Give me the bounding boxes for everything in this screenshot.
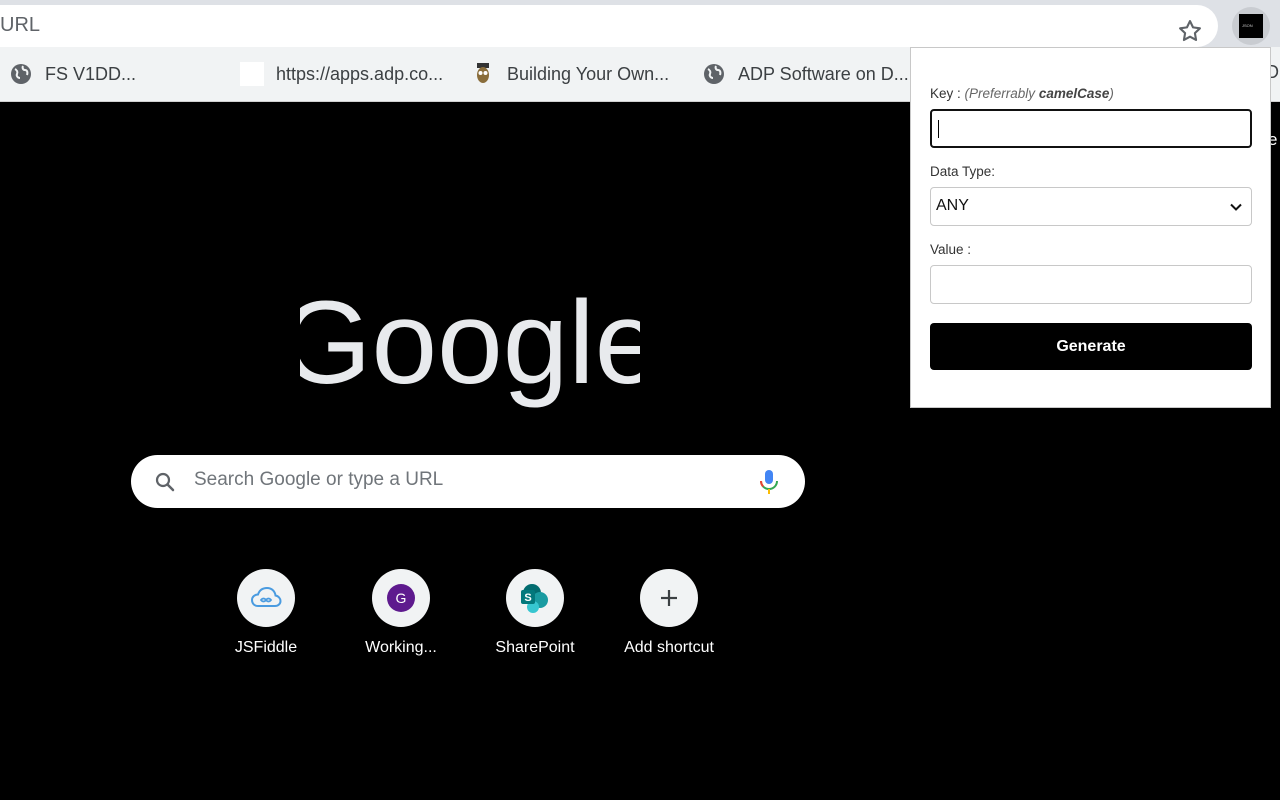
owl-icon [471, 62, 495, 86]
browser-toolbar: URL JSON [0, 0, 1280, 47]
bookmark-label: https://apps.adp.co... [276, 63, 444, 84]
microphone-icon[interactable] [758, 469, 780, 495]
jsfiddle-icon [250, 586, 282, 607]
letter-g-icon: G [387, 584, 415, 612]
bookmark-label: Building Your Own... [507, 63, 670, 84]
key-hint: (Preferrably camelCase) [965, 86, 1114, 101]
plus-icon [661, 590, 677, 606]
address-bar-text: URL [0, 14, 41, 36]
shortcut-tile[interactable]: G Working... [341, 569, 461, 657]
search-placeholder: Search Google or type a URL [194, 469, 444, 490]
shortcut-label: Add shortcut [624, 639, 714, 656]
key-hint-open: (Preferrably [964, 86, 1039, 101]
bookmark-item[interactable]: Building Your Own... [471, 47, 669, 101]
sharepoint-icon: S [521, 584, 548, 613]
svg-text:S: S [524, 592, 531, 604]
search-icon [155, 472, 175, 492]
key-hint-close: ) [1109, 86, 1114, 101]
key-hint-bold: camelCase [1038, 86, 1110, 101]
search-box[interactable]: Search Google or type a URL [131, 455, 805, 508]
shortcut-icon-circle [640, 569, 698, 627]
text-caret [938, 120, 939, 138]
key-input[interactable] [930, 109, 1252, 148]
svg-text:G: G [396, 590, 407, 606]
shortcut-tile[interactable]: JSFiddle [206, 569, 326, 657]
shortcut-label: SharePoint [495, 639, 575, 656]
bookmark-item[interactable]: FS V1DD... [9, 47, 136, 101]
svg-text:Google: Google [300, 278, 640, 409]
extension-popup: Key : (Preferrably camelCase) Data Type:… [910, 47, 1271, 408]
blank-page-icon [240, 62, 264, 86]
value-input[interactable] [930, 265, 1252, 304]
datatype-select[interactable]: ANY [930, 187, 1252, 226]
shortcut-icon-circle: G [372, 569, 430, 627]
datatype-label: Data Type: [930, 164, 996, 179]
add-shortcut-tile[interactable]: Add shortcut [609, 569, 729, 657]
shortcut-icon-circle [237, 569, 295, 627]
json-extension-icon-text: JSON [1242, 23, 1253, 28]
shortcut-tile[interactable]: S SharePoint [475, 569, 595, 657]
bookmark-label: FS V1DD... [45, 63, 137, 84]
bookmark-label: ADP Software on D... [738, 63, 909, 84]
globe-icon [702, 62, 726, 86]
bookmark-star-icon[interactable] [1176, 17, 1204, 45]
google-logo: Google [300, 278, 640, 409]
generate-button[interactable]: Generate [930, 323, 1252, 370]
bookmark-item[interactable]: ADP Software on D... [702, 47, 909, 101]
chevron-down-icon [1230, 203, 1242, 211]
json-extension-icon[interactable]: JSON [1239, 14, 1263, 38]
shortcut-icon-circle: S [506, 569, 564, 627]
globe-icon [9, 62, 33, 86]
key-label-text: Key : [930, 86, 961, 101]
bookmark-item[interactable]: https://apps.adp.co... [240, 47, 443, 101]
address-bar[interactable]: URL [0, 5, 1218, 47]
datatype-selected-value: ANY [936, 197, 969, 214]
shortcut-label: JSFiddle [234, 639, 298, 656]
value-label: Value : [930, 242, 972, 257]
key-label: Key : (Preferrably camelCase) [930, 86, 1114, 101]
shortcut-label: Working... [365, 639, 437, 656]
